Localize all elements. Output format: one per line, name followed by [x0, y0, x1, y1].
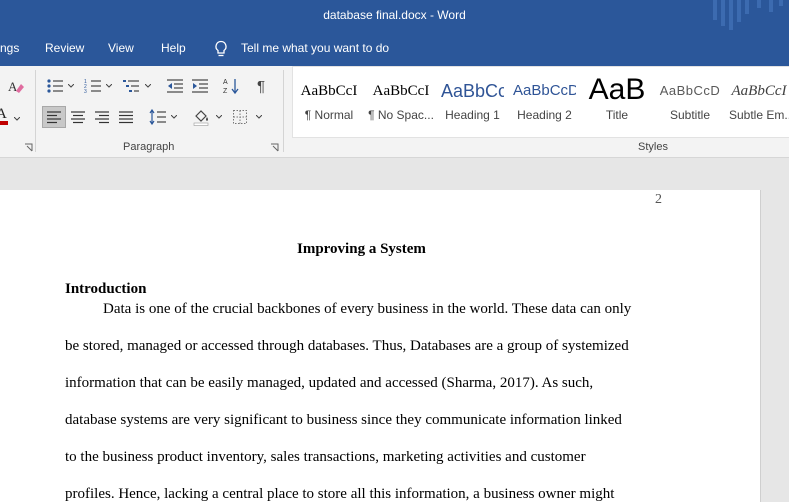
bullets-button[interactable]	[43, 75, 67, 97]
style-subtitle[interactable]: AaBbCcD Subtitle	[657, 74, 723, 130]
style-title[interactable]: AaB Title	[585, 74, 649, 130]
paragraph-line: information that can be easily managed, …	[65, 375, 594, 391]
word-logo-pattern-icon	[713, 0, 783, 30]
style-name: ¶ No Spac...	[368, 108, 434, 122]
dialog-launcher-icon[interactable]	[270, 143, 279, 152]
chevron-down-icon[interactable]	[216, 115, 222, 119]
pilcrow-icon: ¶	[257, 78, 265, 94]
section-heading: Introduction	[65, 281, 147, 297]
numbered-list-icon: 123	[84, 79, 101, 94]
font-color-button[interactable]: A	[0, 104, 24, 126]
style-no-spacing[interactable]: AaBbCcI ¶ No Spac...	[368, 74, 434, 130]
style-sample: AaBbCcI	[731, 83, 787, 99]
paragraph-line: database systems are very significant to…	[65, 412, 622, 428]
style-name: Heading 1	[445, 108, 500, 122]
ribbon-tab-bar: ngs Review View Help Tell me what you wa…	[0, 32, 789, 66]
multilevel-list-button[interactable]	[119, 75, 143, 97]
style-subtle-emphasis[interactable]: AaBbCcI Subtle Em...	[729, 74, 789, 130]
chevron-down-icon[interactable]	[171, 115, 177, 119]
paint-bucket-icon	[193, 110, 209, 126]
paragraph-line: to the business product inventory, sales…	[65, 449, 586, 465]
chevron-down-icon[interactable]	[145, 84, 151, 88]
chevron-down-icon[interactable]	[14, 117, 20, 121]
ribbon: A A 123 A Z ¶ Paragraph AaBbCcI ¶ Normal…	[0, 66, 789, 158]
clear-formatting-button[interactable]: A	[4, 75, 28, 97]
paragraph-group-label: Paragraph	[123, 141, 175, 153]
group-separator	[35, 70, 36, 152]
document-title: Improving a System	[297, 241, 426, 257]
shading-button[interactable]	[190, 106, 214, 128]
sort-az-icon: AZ	[223, 79, 239, 95]
svg-text:3: 3	[84, 89, 87, 94]
align-right-button[interactable]	[90, 106, 114, 128]
style-sample: AaB	[588, 74, 646, 106]
show-formatting-marks-button[interactable]: ¶	[250, 75, 274, 97]
align-center-icon	[71, 111, 85, 124]
style-sample: AaBbCc	[441, 81, 504, 101]
bullet-list-icon	[47, 79, 63, 93]
lightbulb-icon[interactable]	[214, 40, 228, 58]
sort-button[interactable]: AZ	[219, 75, 243, 97]
line-spacing-button[interactable]	[146, 106, 170, 128]
style-name: Heading 2	[517, 108, 572, 122]
justify-icon	[119, 111, 133, 124]
window-title: database final.docx - Word	[323, 8, 466, 22]
borders-icon	[233, 110, 247, 124]
align-left-icon	[47, 111, 61, 124]
style-sample: AaBbCcD	[659, 83, 721, 98]
svg-text:¶: ¶	[257, 78, 265, 94]
style-normal[interactable]: AaBbCcI ¶ Normal	[296, 74, 362, 130]
title-bar: database final.docx - Word	[0, 0, 789, 32]
line-spacing-icon	[149, 109, 166, 125]
group-separator	[283, 70, 284, 152]
style-name: Title	[605, 108, 629, 122]
tab-mailings[interactable]: ngs	[0, 41, 19, 55]
justify-button[interactable]	[114, 106, 138, 128]
tab-view[interactable]: View	[108, 41, 134, 55]
font-color-bar	[0, 121, 8, 125]
paragraph-line: be stored, managed or accessed through d…	[65, 338, 629, 354]
align-center-button[interactable]	[66, 106, 90, 128]
svg-text:Z: Z	[223, 88, 228, 95]
decrease-indent-icon	[167, 79, 183, 93]
tab-review[interactable]: Review	[45, 41, 84, 55]
increase-indent-button[interactable]	[188, 75, 212, 97]
borders-button[interactable]	[228, 106, 252, 128]
tab-help[interactable]: Help	[161, 41, 186, 55]
paragraph-line: profiles. Hence, lacking a central place…	[65, 486, 615, 502]
svg-text:A: A	[8, 79, 18, 94]
chevron-down-icon[interactable]	[256, 115, 262, 119]
align-right-icon	[95, 111, 109, 124]
decrease-indent-button[interactable]	[163, 75, 187, 97]
document-page[interactable]: 2 Improving a System Introduction Data i…	[0, 190, 761, 502]
page-number: 2	[655, 192, 662, 207]
align-left-button[interactable]	[42, 106, 66, 128]
style-sample: AaBbCcI	[300, 83, 358, 99]
styles-group-label: Styles	[638, 141, 668, 153]
tell-me-search[interactable]: Tell me what you want to do	[241, 41, 389, 55]
increase-indent-icon	[192, 79, 208, 93]
style-sample: AaBbCcD	[513, 82, 576, 99]
style-name: Subtitle	[669, 108, 711, 122]
style-sample: AaBbCcI	[372, 83, 430, 99]
multilevel-list-icon	[123, 80, 139, 92]
dialog-launcher-icon[interactable]	[24, 143, 33, 152]
document-area: 2 Improving a System Introduction Data i…	[0, 158, 789, 502]
svg-text:A: A	[223, 79, 228, 86]
chevron-down-icon[interactable]	[106, 84, 112, 88]
style-name: ¶ Normal	[304, 108, 354, 122]
eraser-icon: A	[8, 79, 24, 94]
style-heading-1[interactable]: AaBbCc Heading 1	[441, 74, 504, 130]
chevron-down-icon[interactable]	[68, 84, 74, 88]
numbering-button[interactable]: 123	[81, 75, 105, 97]
style-heading-2[interactable]: AaBbCcD Heading 2	[513, 74, 576, 130]
style-name: Subtle Em...	[729, 108, 789, 122]
paragraph-line: Data is one of the crucial backbones of …	[103, 301, 632, 317]
